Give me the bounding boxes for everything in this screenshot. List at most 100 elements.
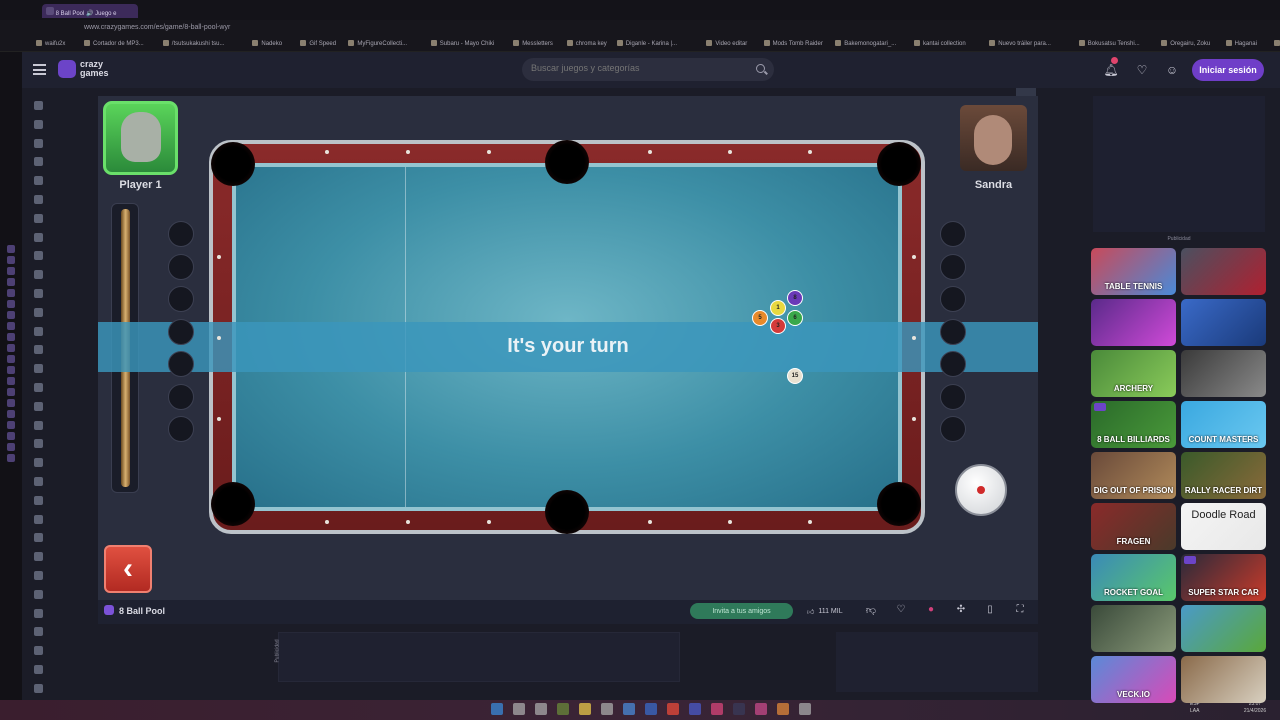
bookmark-item[interactable]: Bokusatsu Tenshi...: [1079, 40, 1140, 47]
taskbar-app-icon[interactable]: [799, 703, 811, 715]
category-icon[interactable]: [34, 495, 43, 505]
bookmark-item[interactable]: Nuevo tráiler para...: [989, 40, 1051, 47]
bookmark-item[interactable]: Subaru - Mayo Chiki: [431, 40, 494, 47]
bookmark-item[interactable]: Mods Tomb Raider: [764, 40, 823, 47]
category-icon[interactable]: [34, 683, 43, 693]
side-panel-icon[interactable]: [7, 399, 15, 407]
taskbar-app-icon[interactable]: [623, 703, 635, 715]
side-panel-icon[interactable]: [7, 344, 15, 352]
ad-banner-bottom[interactable]: [278, 632, 680, 682]
side-panel-icon[interactable]: [7, 443, 15, 451]
category-icon[interactable]: [34, 176, 43, 186]
category-icon[interactable]: [34, 232, 43, 242]
game-thumbnail[interactable]: 8 BALL BILLIARDS: [1091, 401, 1176, 448]
bookmark-item[interactable]: Bakemonogatari_...: [835, 40, 896, 47]
game-thumbnail[interactable]: [1181, 299, 1266, 346]
side-panel-icon[interactable]: [7, 432, 15, 440]
bookmark-item[interactable]: Haganai: [1226, 40, 1257, 47]
category-icon[interactable]: [34, 138, 43, 148]
bookmark-item[interactable]: Oregairu, Zoku: [1161, 40, 1210, 47]
bookmark-item[interactable]: /tsutsukakushi tsu...: [163, 40, 225, 47]
side-panel-icon[interactable]: [7, 410, 15, 418]
category-icon[interactable]: [34, 552, 43, 562]
like-button[interactable]: 👍︎ 111 MIL: [807, 604, 855, 618]
taskbar-app-icon[interactable]: [513, 703, 525, 715]
category-icon[interactable]: [34, 458, 43, 468]
url-text[interactable]: www.crazygames.com/es/game/8-ball-pool-w…: [84, 24, 230, 31]
category-icon[interactable]: [34, 195, 43, 204]
side-panel-icon[interactable]: [7, 278, 15, 286]
friends-icon[interactable]: ☺: [1161, 59, 1183, 81]
back-button[interactable]: ‹: [104, 545, 152, 593]
fullscreen-icon[interactable]: ⛶: [1013, 604, 1027, 618]
search-icon[interactable]: [756, 64, 765, 73]
category-icon[interactable]: [34, 289, 43, 298]
favorites-heart-icon[interactable]: ♡: [1131, 59, 1153, 81]
language-indicator[interactable]: ESP LAA: [1190, 701, 1200, 715]
category-icon[interactable]: [34, 401, 43, 411]
game-thumbnail[interactable]: FRAGEN: [1091, 503, 1176, 550]
category-icon[interactable]: [34, 533, 43, 543]
taskbar-app-icon[interactable]: [711, 703, 723, 715]
game-thumbnail[interactable]: Doodle Road: [1181, 503, 1266, 550]
bookmark-item[interactable]: Cortador de MP3...: [84, 40, 144, 47]
category-icon[interactable]: [34, 420, 43, 430]
side-panel-icon[interactable]: [7, 333, 15, 341]
bookmark-item[interactable]: Messletters: [513, 40, 553, 47]
side-panel-icon[interactable]: [7, 388, 15, 396]
side-panel-icon[interactable]: [7, 289, 15, 297]
side-panel-icon[interactable]: [7, 245, 15, 253]
crazygames-logo-icon[interactable]: [58, 60, 76, 78]
category-icon[interactable]: [34, 345, 43, 355]
side-panel-icon[interactable]: [7, 256, 15, 264]
category-icon[interactable]: [34, 326, 43, 336]
category-icon[interactable]: [34, 364, 43, 374]
category-icon[interactable]: [34, 270, 43, 280]
category-icon[interactable]: [34, 251, 43, 261]
game-thumbnail[interactable]: [1181, 605, 1266, 652]
bookmark-item[interactable]: Video editar: [706, 40, 747, 47]
category-icon[interactable]: [34, 627, 43, 637]
taskbar-app-icon[interactable]: [733, 703, 745, 715]
game-thumbnail[interactable]: [1091, 299, 1176, 346]
invite-friends-button[interactable]: Invita a tus amigos: [690, 603, 793, 619]
category-icon[interactable]: [34, 646, 43, 656]
game-thumbnail[interactable]: [1181, 248, 1266, 295]
game-thumbnail[interactable]: [1181, 656, 1266, 703]
taskbar-app-icon[interactable]: [579, 703, 591, 715]
side-panel-icon[interactable]: [7, 355, 15, 363]
taskbar-app-icon[interactable]: [601, 703, 613, 715]
category-icon[interactable]: [34, 665, 43, 674]
game-thumbnail[interactable]: TABLE TENNIS: [1091, 248, 1176, 295]
side-panel-icon[interactable]: [7, 300, 15, 308]
clock[interactable]: 23:07 21/4/2026: [1238, 701, 1272, 715]
search-input[interactable]: [531, 63, 751, 73]
ad-banner-side[interactable]: [1093, 96, 1265, 232]
bookmark-item[interactable]: kantai collection: [914, 40, 966, 47]
category-icon[interactable]: [34, 589, 43, 599]
bookmark-item[interactable]: chroma key: [567, 40, 607, 47]
category-icon[interactable]: [34, 157, 43, 167]
side-panel-icon[interactable]: [7, 311, 15, 319]
bookmark-item[interactable]: Nadeko: [252, 40, 282, 47]
category-icon[interactable]: [34, 383, 43, 392]
game-thumbnail[interactable]: VECK.IO: [1091, 656, 1176, 703]
favorite-heart-icon[interactable]: ♡: [894, 604, 908, 618]
game-thumbnail[interactable]: SUPER STAR CAR: [1181, 554, 1266, 601]
side-panel-icon[interactable]: [7, 377, 15, 385]
game-thumbnail[interactable]: COUNT MASTERS: [1181, 401, 1266, 448]
dislike-icon[interactable]: 👎︎: [864, 604, 878, 618]
category-icon[interactable]: [34, 307, 43, 317]
taskbar-app-icon[interactable]: [755, 703, 767, 715]
side-panel-icon[interactable]: [7, 267, 15, 275]
bookmark-item[interactable]: Diganle - Karina |...: [617, 40, 677, 47]
taskbar-app-icon[interactable]: [667, 703, 679, 715]
category-icon[interactable]: [34, 119, 43, 129]
game-thumbnail[interactable]: [1181, 350, 1266, 397]
embed-icon[interactable]: ✣: [954, 604, 968, 618]
browser-tab[interactable]: 8 Ball Pool 🔊 Juego e: [42, 4, 138, 18]
taskbar-app-icon[interactable]: [689, 703, 701, 715]
game-thumbnail[interactable]: RALLY RACER DIRT: [1181, 452, 1266, 499]
category-icon[interactable]: [34, 514, 43, 524]
bookmark-item[interactable]: /ore twintail ni nari...: [1274, 40, 1280, 47]
